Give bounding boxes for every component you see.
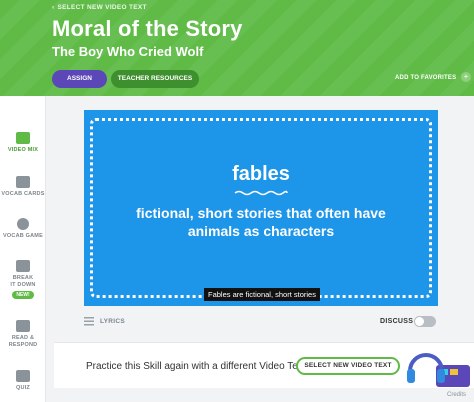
plus-icon[interactable]: +: [461, 72, 471, 82]
practice-text: Practice this Skill again with a differe…: [86, 361, 306, 372]
video-definition: fictional, short stories that often have…: [136, 205, 386, 239]
credits-link[interactable]: Credits: [447, 392, 466, 398]
squiggle-underline: [234, 190, 288, 196]
sidebar-item-label: QUIZ: [16, 385, 30, 391]
sidebar-item-label: BREAK IT DOWN: [10, 275, 36, 288]
discuss-toggle[interactable]: [414, 316, 436, 327]
sidebar-item-label: VIDEO MIX: [7, 147, 39, 153]
sidebar-item-label: VOCAB CARDS: [1, 191, 45, 197]
teacher-resources-button[interactable]: TEACHER RESOURCES: [111, 70, 199, 88]
sidebar-item-vocab-cards[interactable]: VOCAB CARDS: [0, 176, 46, 198]
video-player[interactable]: fables fictional, short stories that oft…: [84, 110, 438, 306]
lyrics-icon[interactable]: [84, 317, 94, 326]
video-heading: fables: [232, 163, 290, 185]
discuss-label: DISCUSS: [380, 318, 414, 325]
sidebar-item-read-respond[interactable]: READ & RESPOND: [0, 320, 46, 349]
sidebar-item-break-it-down[interactable]: BREAK IT DOWN NEW!: [0, 260, 46, 299]
cards-icon: [16, 176, 30, 188]
page-subtitle: The Boy Who Cried Wolf: [52, 44, 204, 59]
video-controls: LYRICS DISCUSS: [84, 316, 438, 330]
lyrics-toggle[interactable]: LYRICS: [100, 318, 125, 325]
sidebar: VIDEO MIX VOCAB CARDS VOCAB GAME BREAK I…: [0, 96, 46, 402]
sidebar-item-label: VOCAB GAME: [3, 233, 43, 239]
video-caption: Fables are fictional, short stories: [204, 288, 320, 301]
assign-button[interactable]: ASSIGN: [52, 70, 107, 88]
add-to-favorites-link[interactable]: ADD TO FAVORITES: [395, 75, 456, 81]
video-icon: [16, 132, 30, 144]
puzzle-icon: [16, 260, 30, 272]
page-title: Moral of the Story: [52, 16, 243, 41]
headphones-illustration: [407, 353, 470, 387]
sidebar-item-video-mix[interactable]: VIDEO MIX: [0, 132, 46, 154]
book-icon: [16, 320, 30, 332]
chevron-left-icon: ‹: [52, 4, 55, 11]
quiz-icon: [16, 370, 30, 382]
page-header: ‹ SELECT NEW VIDEO TEXT Moral of the Sto…: [0, 0, 474, 96]
select-link-label: SELECT NEW VIDEO TEXT: [57, 4, 147, 11]
select-new-video-button[interactable]: SELECT NEW VIDEO TEXT: [296, 357, 400, 375]
select-new-video-link[interactable]: ‹ SELECT NEW VIDEO TEXT: [52, 4, 147, 11]
sidebar-item-vocab-game[interactable]: VOCAB GAME: [0, 218, 46, 240]
game-icon: [17, 218, 29, 230]
sidebar-item-label: READ & RESPOND: [8, 335, 38, 348]
toggle-knob: [415, 317, 424, 326]
new-badge: NEW!: [12, 291, 34, 299]
sidebar-item-quiz[interactable]: QUIZ: [0, 370, 46, 392]
practice-panel: Practice this Skill again with a differe…: [54, 342, 474, 388]
